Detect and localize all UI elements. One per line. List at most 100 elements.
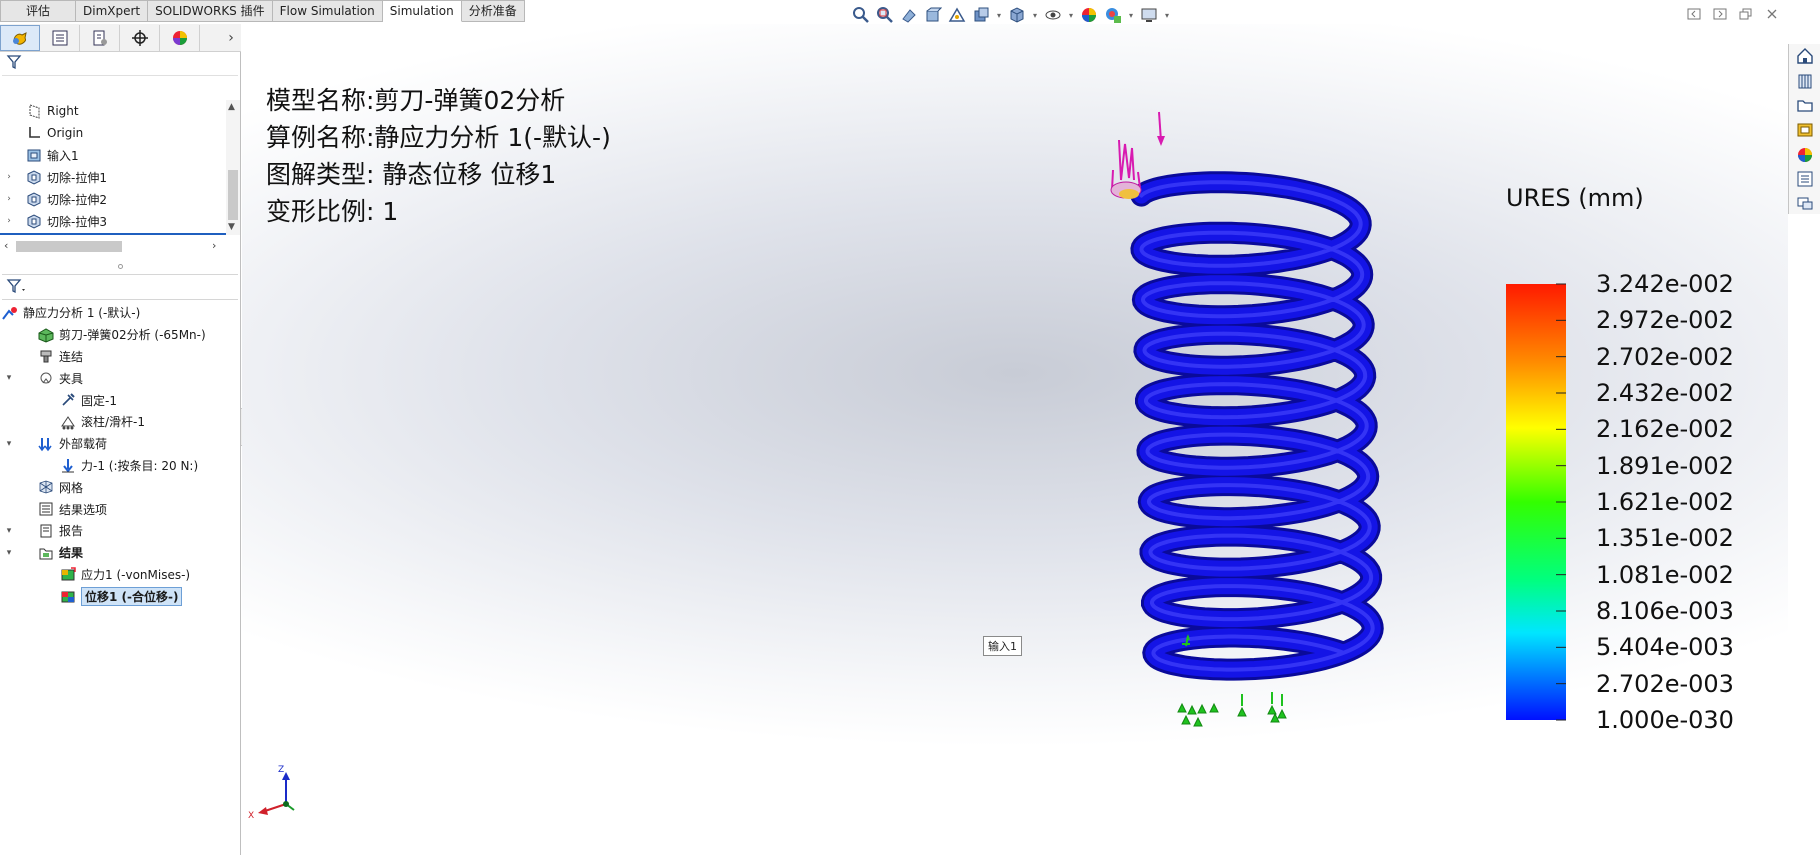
chevron-right-icon[interactable]: › bbox=[212, 239, 216, 252]
chevron-down-icon[interactable]: ▾ bbox=[1067, 11, 1075, 20]
feature-tree-label: 切除-拉伸1 bbox=[47, 170, 107, 185]
command-tab[interactable]: DimXpert bbox=[76, 0, 149, 22]
chevron-right-icon[interactable]: › bbox=[221, 30, 241, 46]
study-tree-item[interactable]: 力-1 (:按条目: 20 N:) bbox=[0, 455, 240, 477]
custom-properties-icon[interactable] bbox=[1794, 169, 1816, 190]
featuremanager-tab[interactable] bbox=[0, 24, 40, 51]
study-tree-item[interactable]: 滚柱/滑杆-1 bbox=[0, 411, 240, 433]
roller-slider-icon bbox=[58, 413, 78, 431]
graphics-area[interactable]: 模型名称:剪刀-弹簧02分析 算例名称:静应力分析 1(-默认-) 图解类型: … bbox=[242, 24, 1788, 855]
command-tab[interactable]: 评估 bbox=[0, 0, 77, 22]
expand-arrow-icon[interactable]: ▾ bbox=[4, 548, 14, 558]
horizontal-scrollbar[interactable]: ‹ › bbox=[0, 238, 226, 254]
legend-tick-label: 1.351e-002 bbox=[1596, 524, 1734, 553]
triad-z-label: Z bbox=[278, 765, 284, 775]
study-tree-item[interactable]: 应力1 (-vonMises-) bbox=[0, 564, 240, 586]
chevron-down-icon[interactable]: ▾ bbox=[1127, 11, 1135, 20]
edit-appearance-icon[interactable] bbox=[1079, 5, 1099, 25]
command-tab[interactable]: Simulation bbox=[382, 0, 462, 22]
chevron-up-icon[interactable]: ▲ bbox=[228, 102, 235, 112]
feature-tree-scrollbar[interactable]: ▲ ▼ bbox=[226, 100, 240, 235]
file-explorer-icon[interactable] bbox=[1794, 95, 1816, 116]
feature-tree-item[interactable]: Origin bbox=[0, 122, 226, 144]
study-tree-item[interactable]: ▾ 结果 bbox=[0, 542, 240, 564]
propertymanager-tab[interactable] bbox=[40, 24, 80, 51]
legend-tick-label: 2.702e-002 bbox=[1596, 342, 1734, 371]
panel-split-grip[interactable] bbox=[0, 262, 241, 270]
plot-type: 图解类型: 静态位移 位移1 bbox=[266, 160, 557, 189]
feature-tree-item[interactable]: › 切除-拉伸1 bbox=[0, 166, 226, 188]
configurationmanager-tab[interactable] bbox=[80, 24, 120, 51]
solidworks-resources-icon[interactable] bbox=[1794, 46, 1816, 67]
dynamic-annotation-icon[interactable] bbox=[947, 5, 967, 25]
feature-tree-item[interactable]: 输入1 bbox=[0, 144, 226, 166]
expand-arrow-icon[interactable]: › bbox=[4, 172, 14, 182]
study-tree-item[interactable]: ▾ 外部载荷 bbox=[0, 433, 240, 455]
section-view-icon[interactable] bbox=[923, 5, 943, 25]
feature-tree-item[interactable]: Right bbox=[0, 100, 226, 122]
tree-filter[interactable] bbox=[2, 52, 238, 76]
feature-tree-label: 切除-拉伸3 bbox=[47, 214, 107, 229]
chevron-down-icon[interactable]: ▾ bbox=[1163, 11, 1171, 20]
forum-icon[interactable] bbox=[1794, 193, 1816, 214]
rollback-bar[interactable] bbox=[0, 233, 226, 235]
study-tree-item[interactable]: 网格 bbox=[0, 476, 240, 498]
legend-tick-label: 2.432e-002 bbox=[1596, 379, 1734, 407]
view-settings-icon[interactable] bbox=[1139, 5, 1159, 25]
command-tab[interactable]: SOLIDWORKS 插件 bbox=[148, 0, 273, 22]
expand-arrow-icon[interactable]: ▾ bbox=[4, 373, 14, 383]
zoom-to-area-icon[interactable] bbox=[875, 5, 895, 25]
study-tree-label: 位移1 (-合位移-) bbox=[81, 586, 183, 606]
extrude-cut-icon bbox=[24, 212, 44, 230]
command-tab[interactable]: 分析准备 bbox=[461, 0, 525, 22]
color-legend-bar[interactable] bbox=[1506, 280, 1566, 726]
close-icon[interactable] bbox=[1763, 6, 1781, 22]
chevron-left-icon[interactable]: ‹ bbox=[4, 239, 8, 252]
results-folder-icon bbox=[36, 544, 56, 562]
study-tree-label: 报告 bbox=[59, 524, 84, 539]
hide-show-items-icon[interactable] bbox=[1043, 5, 1063, 25]
expand-arrow-icon[interactable]: › bbox=[4, 194, 14, 204]
view-orientation-icon[interactable] bbox=[971, 5, 991, 25]
study-tree-item[interactable]: 连结 bbox=[0, 346, 240, 368]
command-tab[interactable]: Flow Simulation bbox=[272, 0, 383, 22]
triad-x-label: X bbox=[248, 811, 254, 821]
filter-icon bbox=[6, 54, 22, 73]
design-library-icon[interactable] bbox=[1794, 71, 1816, 92]
legend-title: URES (mm) bbox=[1506, 184, 1644, 212]
view-palette-icon[interactable] bbox=[1794, 120, 1816, 141]
collapse-left-icon[interactable] bbox=[1685, 6, 1703, 22]
collapse-right-icon[interactable] bbox=[1711, 6, 1729, 22]
study-tree-item[interactable]: 剪刀-弹簧02分析 (-65Mn-) bbox=[0, 324, 240, 346]
study-tree-item[interactable]: 位移1 (-合位移-) bbox=[0, 585, 240, 607]
study-tree-item[interactable]: 固定-1 bbox=[0, 389, 240, 411]
component-tag[interactable]: 输入1 bbox=[983, 636, 1022, 656]
study-tree-label: 应力1 (-vonMises-) bbox=[81, 567, 191, 582]
study-tree-filter[interactable] bbox=[2, 274, 238, 300]
expand-arrow-icon[interactable]: ▾ bbox=[4, 526, 14, 536]
zoom-to-fit-icon[interactable] bbox=[851, 5, 871, 25]
feature-tree-item[interactable]: › 切除-拉伸2 bbox=[0, 188, 226, 210]
study-tree-item[interactable]: 静应力分析 1 (-默认-) bbox=[0, 302, 240, 324]
dimxpertmanager-tab[interactable] bbox=[120, 24, 160, 51]
study-tree-item[interactable]: 结果选项 bbox=[0, 498, 240, 520]
appearances-scenes-icon[interactable] bbox=[1794, 144, 1816, 165]
simulation-study-tree: 静应力分析 1 (-默认-) 剪刀-弹簧02分析 (-65Mn-) 连结 ▾ 夹具 固定-… bbox=[0, 302, 240, 607]
legend-tick-label: 3.242e-002 bbox=[1596, 270, 1734, 298]
displaymanager-tab[interactable] bbox=[160, 24, 200, 51]
feature-tree-item[interactable]: › 切除-拉伸3 bbox=[0, 210, 226, 232]
spring-model[interactable] bbox=[842, 84, 1402, 764]
restore-window-icon[interactable] bbox=[1737, 6, 1755, 22]
display-style-icon[interactable] bbox=[1007, 5, 1027, 25]
expand-arrow-icon[interactable]: ▾ bbox=[4, 439, 14, 449]
chevron-down-icon[interactable]: ▼ bbox=[228, 222, 235, 232]
chevron-down-icon[interactable]: ▾ bbox=[1031, 11, 1039, 20]
expand-arrow-icon[interactable]: › bbox=[4, 216, 14, 226]
chevron-down-icon[interactable]: ▾ bbox=[995, 11, 1003, 20]
apply-scene-icon[interactable] bbox=[1103, 5, 1123, 25]
model-name: 模型名称:剪刀-弹簧02分析 bbox=[266, 86, 566, 115]
study-tree-item[interactable]: ▾ 报告 bbox=[0, 520, 240, 542]
previous-view-icon[interactable] bbox=[899, 5, 919, 25]
feature-tree-label: Origin bbox=[47, 126, 84, 140]
study-tree-item[interactable]: ▾ 夹具 bbox=[0, 367, 240, 389]
